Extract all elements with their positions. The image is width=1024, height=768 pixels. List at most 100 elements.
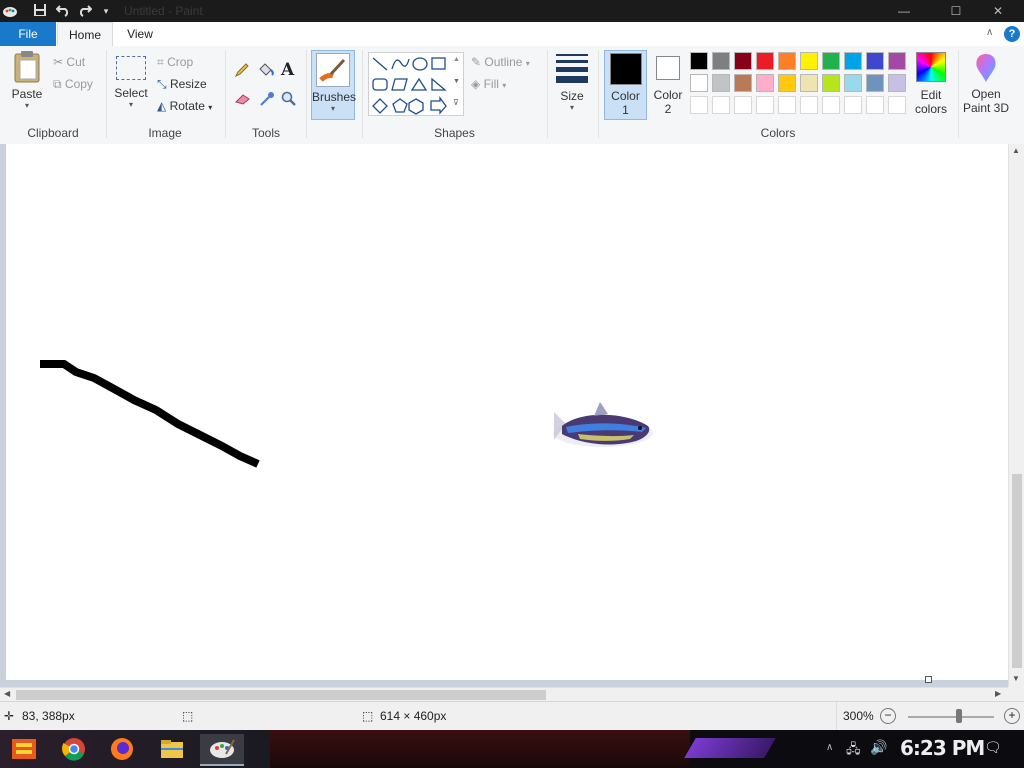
- brushes-button[interactable]: Brushes ▾: [311, 50, 356, 120]
- scroll-left-icon[interactable]: ◀: [4, 689, 10, 698]
- palette-swatch[interactable]: [866, 74, 884, 92]
- palette-swatch[interactable]: [888, 74, 906, 92]
- chrome-icon[interactable]: [56, 734, 92, 764]
- fish-image: [553, 402, 653, 447]
- zoom-out-button[interactable]: −: [880, 708, 896, 724]
- cut-button[interactable]: ✂ Cut: [53, 53, 85, 71]
- custom-color-slot[interactable]: [756, 96, 774, 114]
- paint3d-icon: [976, 54, 996, 82]
- horizontal-scrollbar[interactable]: ◀ ▶: [0, 687, 1008, 702]
- open-paint3d-button[interactable]: Open Paint 3D: [961, 52, 1011, 120]
- shapes-scroll-up-icon[interactable]: ▲: [453, 56, 460, 63]
- tab-file[interactable]: File: [0, 22, 56, 46]
- custom-color-slot[interactable]: [866, 96, 884, 114]
- palette-swatch[interactable]: [844, 74, 862, 92]
- custom-color-slot[interactable]: [888, 96, 906, 114]
- paint-taskbar-icon[interactable]: [200, 734, 244, 766]
- palette-swatch[interactable]: [888, 52, 906, 70]
- tab-view[interactable]: View: [114, 22, 166, 46]
- custom-color-slot[interactable]: [712, 96, 730, 114]
- custom-color-slot[interactable]: [822, 96, 840, 114]
- drawing-canvas[interactable]: [6, 144, 1008, 683]
- palette-swatch[interactable]: [734, 74, 752, 92]
- file-explorer-icon[interactable]: [154, 734, 190, 764]
- palette-swatch[interactable]: [800, 52, 818, 70]
- resize-button[interactable]: ⤡ Resize: [157, 75, 207, 93]
- crop-button[interactable]: ⌗ Crop: [157, 53, 193, 71]
- palette-swatch[interactable]: [690, 74, 708, 92]
- fill-button[interactable]: ◈ Fill ▾: [471, 75, 506, 93]
- color2-button[interactable]: Color 2: [649, 50, 687, 120]
- scroll-right-icon[interactable]: ▶: [995, 689, 1001, 698]
- minimize-button[interactable]: —: [884, 0, 924, 22]
- paint-app-icon[interactable]: [2, 3, 18, 19]
- start-button-icon[interactable]: [6, 734, 42, 764]
- shapes-more-icon[interactable]: ⊽: [453, 98, 459, 107]
- color-picker-icon[interactable]: [259, 91, 275, 110]
- cut-label: Cut: [66, 55, 86, 69]
- palette-swatch[interactable]: [844, 52, 862, 70]
- custom-color-slot[interactable]: [690, 96, 708, 114]
- network-icon[interactable]: 🖧: [846, 740, 861, 762]
- notifications-icon[interactable]: 🗨: [984, 739, 1002, 756]
- quick-access-dropdown-icon[interactable]: ▾: [98, 3, 114, 19]
- palette-swatch[interactable]: [778, 74, 796, 92]
- select-button[interactable]: Select ▾: [112, 54, 150, 120]
- scroll-down-icon[interactable]: ▼: [1012, 674, 1020, 683]
- redo-icon[interactable]: [77, 3, 93, 19]
- paste-button[interactable]: Paste ▾: [6, 50, 48, 120]
- close-button[interactable]: ✕: [978, 0, 1018, 22]
- collapse-ribbon-icon[interactable]: ∧: [986, 27, 993, 38]
- scroll-up-icon[interactable]: ▲: [1012, 146, 1020, 155]
- firefox-icon[interactable]: [104, 734, 140, 764]
- zoom-slider-thumb[interactable]: [956, 709, 962, 723]
- tab-home[interactable]: Home: [57, 22, 113, 47]
- custom-color-slot[interactable]: [800, 96, 818, 114]
- zoom-slider-track[interactable]: [908, 716, 994, 718]
- palette-swatch[interactable]: [756, 52, 774, 70]
- maximize-button[interactable]: ☐: [936, 0, 976, 22]
- vertical-scroll-thumb[interactable]: [1012, 474, 1022, 668]
- horizontal-scroll-thumb[interactable]: [16, 690, 546, 700]
- outline-button[interactable]: ✎ Outline ▾: [471, 53, 530, 71]
- palette-swatch[interactable]: [778, 52, 796, 70]
- custom-color-slot[interactable]: [778, 96, 796, 114]
- text-tool-icon[interactable]: A: [281, 60, 294, 80]
- custom-color-slot[interactable]: [844, 96, 862, 114]
- custom-color-slot[interactable]: [734, 96, 752, 114]
- brushes-dropdown-icon: ▾: [330, 104, 335, 113]
- zoom-in-button[interactable]: +: [1004, 708, 1020, 724]
- vertical-scrollbar[interactable]: ▲ ▼: [1008, 144, 1024, 687]
- palette-swatch[interactable]: [822, 52, 840, 70]
- rotate-button[interactable]: ◭ Rotate ▾: [157, 97, 212, 115]
- magnifier-icon[interactable]: [281, 91, 297, 110]
- palette-swatch[interactable]: [734, 52, 752, 70]
- color-palette: [690, 52, 912, 118]
- canvas-resize-handle[interactable]: [925, 676, 932, 683]
- volume-icon[interactable]: 🔊: [870, 739, 887, 756]
- palette-swatch[interactable]: [712, 74, 730, 92]
- select-icon: [116, 56, 146, 80]
- size-button[interactable]: Size ▾: [553, 52, 591, 120]
- tools-group-label: Tools: [251, 126, 280, 140]
- color2-swatch: [656, 56, 680, 80]
- save-icon[interactable]: [32, 3, 48, 19]
- taskbar-clock[interactable]: 6:23 PM: [900, 736, 985, 760]
- palette-swatch[interactable]: [690, 52, 708, 70]
- palette-swatch[interactable]: [756, 74, 774, 92]
- palette-swatch[interactable]: [800, 74, 818, 92]
- color1-button[interactable]: Color 1: [604, 50, 647, 120]
- help-icon[interactable]: ?: [1004, 26, 1020, 42]
- pencil-icon[interactable]: [234, 62, 250, 81]
- show-hidden-icons-icon[interactable]: ∧: [826, 742, 833, 753]
- palette-swatch[interactable]: [712, 52, 730, 70]
- undo-icon[interactable]: [55, 3, 71, 19]
- shapes-gallery[interactable]: [368, 52, 464, 116]
- shapes-scroll-down-icon[interactable]: ▼: [453, 78, 460, 85]
- fill-bucket-icon[interactable]: [257, 62, 275, 81]
- copy-button[interactable]: ⧉ Copy: [53, 75, 93, 93]
- edit-colors-button[interactable]: Edit colors: [910, 52, 952, 120]
- palette-swatch[interactable]: [822, 74, 840, 92]
- eraser-icon[interactable]: [234, 92, 252, 109]
- palette-swatch[interactable]: [866, 52, 884, 70]
